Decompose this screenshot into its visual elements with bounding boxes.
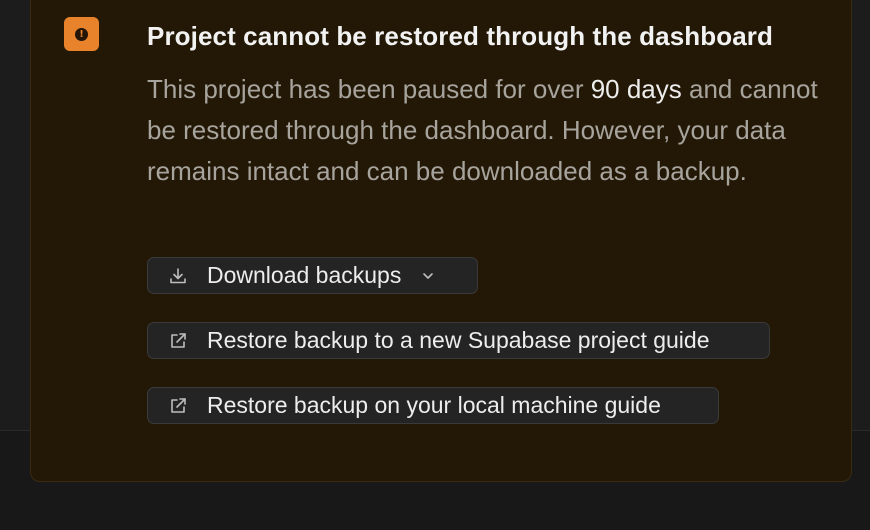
- description-text-start: This project has been paused for over: [147, 74, 591, 104]
- alert-title: Project cannot be restored through the d…: [147, 21, 773, 51]
- chevron-down-icon: [421, 269, 435, 283]
- page: ! Project cannot be restored through the…: [0, 0, 870, 530]
- alert-description: This project has been paused for over 90…: [147, 69, 827, 192]
- restore-new-project-guide-label: Restore backup to a new Supabase project…: [207, 327, 710, 353]
- warning-icon: !: [64, 17, 99, 51]
- external-link-icon: [168, 396, 188, 416]
- download-icon: [168, 266, 188, 286]
- restore-local-machine-guide-label: Restore backup on your local machine gui…: [207, 392, 661, 418]
- download-backups-label: Download backups: [207, 262, 402, 288]
- warning-alert: ! Project cannot be restored through the…: [30, 0, 852, 482]
- external-link-icon: [168, 331, 188, 351]
- exclamation-icon: !: [75, 27, 88, 41]
- restore-local-machine-guide-button[interactable]: Restore backup on your local machine gui…: [147, 387, 719, 424]
- download-backups-button[interactable]: Download backups: [147, 257, 478, 294]
- description-highlight: 90 days: [590, 74, 682, 104]
- restore-new-project-guide-button[interactable]: Restore backup to a new Supabase project…: [147, 322, 770, 359]
